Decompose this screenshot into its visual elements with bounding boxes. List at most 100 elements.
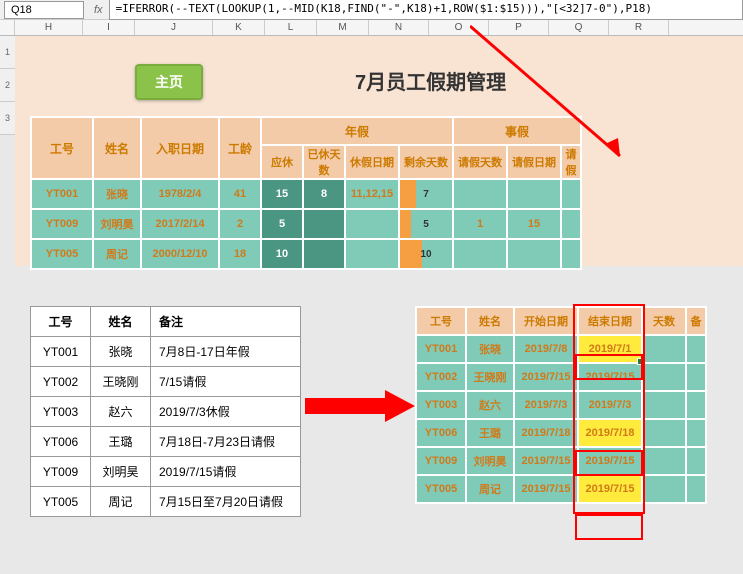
table-row[interactable]: YT005 周记 2000/12/10 18 10 10 — [31, 239, 581, 269]
cell-remark[interactable] — [686, 363, 706, 391]
cell-start[interactable]: 2019/7/15 — [514, 363, 578, 391]
cell-emp[interactable]: YT005 — [416, 475, 466, 503]
cell-note[interactable]: 7月15日至7月20日请假 — [151, 487, 301, 517]
cell-leave-date[interactable] — [507, 179, 561, 209]
cell-name[interactable]: 刘明昊 — [91, 457, 151, 487]
row-header[interactable]: 2 — [0, 69, 15, 102]
name-box[interactable] — [4, 1, 84, 19]
col-header[interactable]: M — [317, 20, 369, 35]
cell-remark[interactable] — [686, 391, 706, 419]
vacation-table[interactable]: 工号 姓名 入职日期 工龄 年假 事假 应休 已休天数 休假日期 剩余天数 请假… — [30, 116, 582, 270]
notes-table[interactable]: 工号 姓名 备注 YT001 张晓 7月8日-17日年假YT002 王晓刚 7/… — [30, 306, 301, 517]
cell-emp[interactable]: YT001 — [416, 335, 466, 363]
col-header[interactable]: H — [15, 20, 83, 35]
cell-start[interactable]: 2019/7/15 — [514, 447, 578, 475]
cell-end[interactable]: 2019/7/3 — [578, 391, 642, 419]
cell-note[interactable]: 2019/7/15请假 — [151, 457, 301, 487]
cell-leave-date[interactable] — [507, 239, 561, 269]
table-row[interactable]: YT003 赵六 2019/7/3 2019/7/3 — [416, 391, 706, 419]
table-row[interactable]: YT001 张晓 7月8日-17日年假 — [31, 337, 301, 367]
cell-start[interactable]: 2019/7/8 — [514, 335, 578, 363]
col-header[interactable]: J — [135, 20, 213, 35]
cell-due[interactable]: 10 — [261, 239, 303, 269]
cell-emp[interactable]: YT001 — [31, 337, 91, 367]
table-row[interactable]: YT001 张晓 1978/2/4 41 15 8 11,12,15 7 — [31, 179, 581, 209]
col-header[interactable]: L — [265, 20, 317, 35]
cell-end[interactable]: 2019/7/18 — [578, 419, 642, 447]
cell-emp[interactable]: YT002 — [416, 363, 466, 391]
cell-taken[interactable] — [303, 209, 345, 239]
cell-days[interactable] — [642, 447, 686, 475]
col-header[interactable]: N — [369, 20, 429, 35]
cell-name[interactable]: 王晓刚 — [466, 363, 514, 391]
cell-due[interactable]: 15 — [261, 179, 303, 209]
cell-leave-days[interactable]: 1 — [453, 209, 507, 239]
table-row[interactable]: YT009 刘明昊 2019/7/15请假 — [31, 457, 301, 487]
cell-age[interactable]: 2 — [219, 209, 261, 239]
cell-name[interactable]: 刘明昊 — [93, 209, 141, 239]
cell-name[interactable]: 张晓 — [93, 179, 141, 209]
cell-end[interactable]: 2019/7/15 — [578, 475, 642, 503]
cell-hire[interactable]: 2017/2/14 — [141, 209, 219, 239]
table-row[interactable]: YT002 王晓刚 2019/7/15 2019/7/15 — [416, 363, 706, 391]
cell-remark[interactable] — [686, 419, 706, 447]
table-row[interactable]: YT009 刘明昊 2019/7/15 2019/7/15 — [416, 447, 706, 475]
cell-end[interactable]: 2019/7/1 — [578, 335, 642, 363]
col-header[interactable]: Q — [549, 20, 609, 35]
cell-start[interactable]: 2019/7/18 — [514, 419, 578, 447]
cell-emp[interactable]: YT005 — [31, 487, 91, 517]
cell-age[interactable]: 41 — [219, 179, 261, 209]
cell-emp[interactable]: YT001 — [31, 179, 93, 209]
cell-extra[interactable] — [561, 209, 581, 239]
cell-emp[interactable]: YT009 — [31, 457, 91, 487]
cell-leave-date[interactable]: 15 — [507, 209, 561, 239]
cell-name[interactable]: 赵六 — [466, 391, 514, 419]
cell-emp[interactable]: YT003 — [31, 397, 91, 427]
cell-emp[interactable]: YT006 — [416, 419, 466, 447]
cell-taken[interactable] — [303, 239, 345, 269]
col-header[interactable]: I — [83, 20, 135, 35]
formula-input[interactable]: =IFERROR(--TEXT(LOOKUP(1,--MID(K18,FIND(… — [109, 0, 743, 20]
cell-remain[interactable]: 7 — [399, 179, 453, 209]
col-header[interactable]: K — [213, 20, 265, 35]
cell-remain[interactable]: 10 — [399, 239, 453, 269]
table-row[interactable]: YT009 刘明昊 2017/2/14 2 5 5 1 15 — [31, 209, 581, 239]
cell-leave-days[interactable] — [453, 179, 507, 209]
table-row[interactable]: YT006 王璐 7月18日-7月23日请假 — [31, 427, 301, 457]
cell-start[interactable]: 2019/7/3 — [514, 391, 578, 419]
cell-note[interactable]: 7月8日-17日年假 — [151, 337, 301, 367]
cell-extra[interactable] — [561, 239, 581, 269]
cell-emp[interactable]: YT002 — [31, 367, 91, 397]
cell-emp[interactable]: YT003 — [416, 391, 466, 419]
row-header[interactable]: 1 — [0, 36, 15, 69]
table-row[interactable]: YT002 王晓刚 7/15请假 — [31, 367, 301, 397]
col-header[interactable]: P — [489, 20, 549, 35]
cell-due[interactable]: 5 — [261, 209, 303, 239]
cell-emp[interactable]: YT009 — [416, 447, 466, 475]
col-header[interactable]: R — [609, 20, 669, 35]
cell-name[interactable]: 张晓 — [466, 335, 514, 363]
table-row[interactable]: YT006 王璐 2019/7/18 2019/7/18 — [416, 419, 706, 447]
cell-start[interactable]: 2019/7/15 — [514, 475, 578, 503]
cell-note[interactable]: 7月18日-7月23日请假 — [151, 427, 301, 457]
cell-name[interactable]: 周记 — [93, 239, 141, 269]
cell-name[interactable]: 刘明昊 — [466, 447, 514, 475]
cell-remark[interactable] — [686, 335, 706, 363]
cell-name[interactable]: 王晓刚 — [91, 367, 151, 397]
home-button[interactable]: 主页 — [135, 64, 203, 100]
table-row[interactable]: YT001 张晓 2019/7/8 2019/7/1 — [416, 335, 706, 363]
cell-name[interactable]: 赵六 — [91, 397, 151, 427]
cell-leave-days[interactable] — [453, 239, 507, 269]
cell-age[interactable]: 18 — [219, 239, 261, 269]
cell-end[interactable]: 2019/7/15 — [578, 447, 642, 475]
cell-days[interactable] — [642, 475, 686, 503]
cell-note[interactable]: 2019/7/3休假 — [151, 397, 301, 427]
fx-icon[interactable]: fx — [94, 4, 103, 16]
cell-days[interactable] — [642, 391, 686, 419]
cell-extra[interactable] — [561, 179, 581, 209]
col-header[interactable]: O — [429, 20, 489, 35]
cell-remain[interactable]: 5 — [399, 209, 453, 239]
cell-name[interactable]: 王璐 — [91, 427, 151, 457]
cell-dates[interactable]: 11,12,15 — [345, 179, 399, 209]
table-row[interactable]: YT003 赵六 2019/7/3休假 — [31, 397, 301, 427]
